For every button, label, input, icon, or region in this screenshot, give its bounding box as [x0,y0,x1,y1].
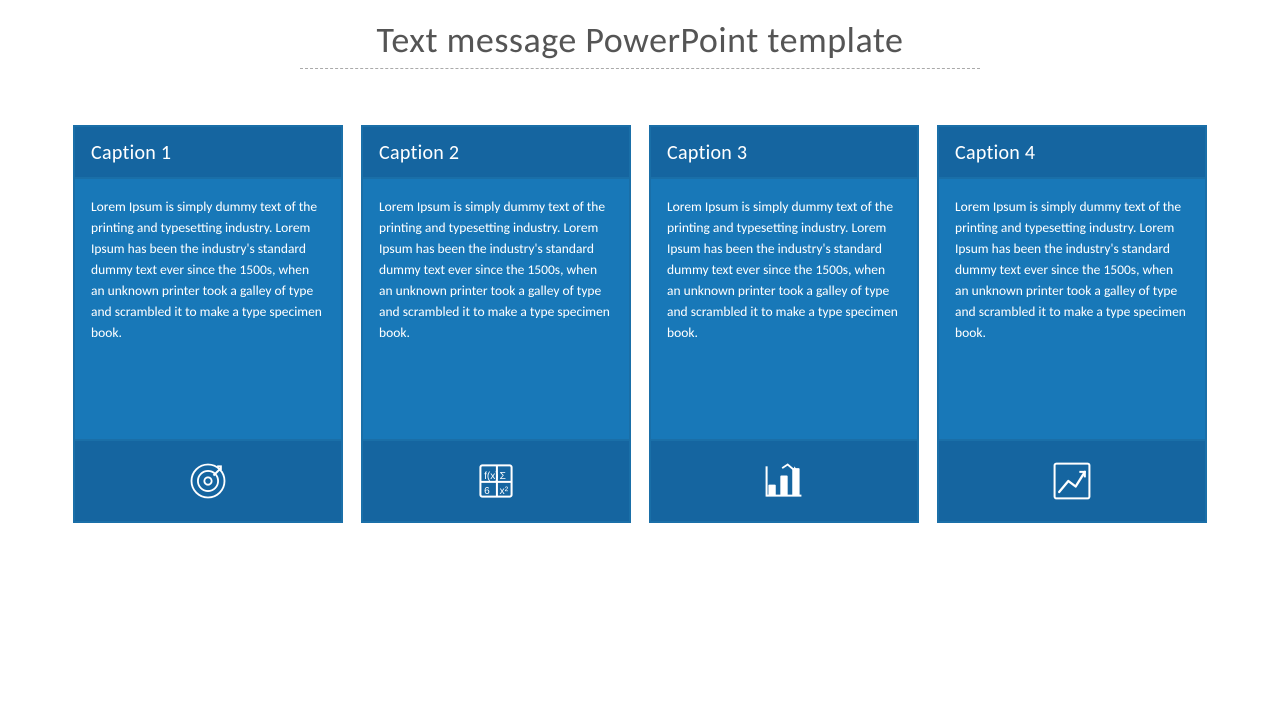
svg-text:x²: x² [500,486,509,497]
card-3-caption: Caption 3 [651,127,917,179]
card-3-body: Lorem Ipsum is simply dummy text of the … [651,179,917,439]
card-3-icon [762,459,806,503]
page-title-area: Text message PowerPoint template [0,0,1280,75]
svg-text:f(x): f(x) [484,471,499,482]
card-4-icon [1050,459,1094,503]
card-1-body: Lorem Ipsum is simply dummy text of the … [75,179,341,439]
card-2-icon: f(x) Σ 6 x² [474,459,518,503]
card-2: Caption 2 Lorem Ipsum is simply dummy te… [361,125,631,523]
card-4-body: Lorem Ipsum is simply dummy text of the … [939,179,1205,439]
card-1-icon [186,459,230,503]
svg-text:6: 6 [484,486,490,497]
card-1: Caption 1 Lorem Ipsum is simply dummy te… [73,125,343,523]
card-2-footer: f(x) Σ 6 x² [363,439,629,521]
card-4-footer [939,439,1205,521]
card-4-caption: Caption 4 [939,127,1205,179]
card-3-footer [651,439,917,521]
title-divider [300,68,980,69]
svg-text:Σ: Σ [500,471,506,482]
page-title: Text message PowerPoint template [0,18,1280,62]
card-4: Caption 4 Lorem Ipsum is simply dummy te… [937,125,1207,523]
card-1-footer [75,439,341,521]
card-2-caption: Caption 2 [363,127,629,179]
card-2-body: Lorem Ipsum is simply dummy text of the … [363,179,629,439]
card-1-caption: Caption 1 [75,127,341,179]
cards-container: Caption 1 Lorem Ipsum is simply dummy te… [13,125,1267,523]
card-3: Caption 3 Lorem Ipsum is simply dummy te… [649,125,919,523]
